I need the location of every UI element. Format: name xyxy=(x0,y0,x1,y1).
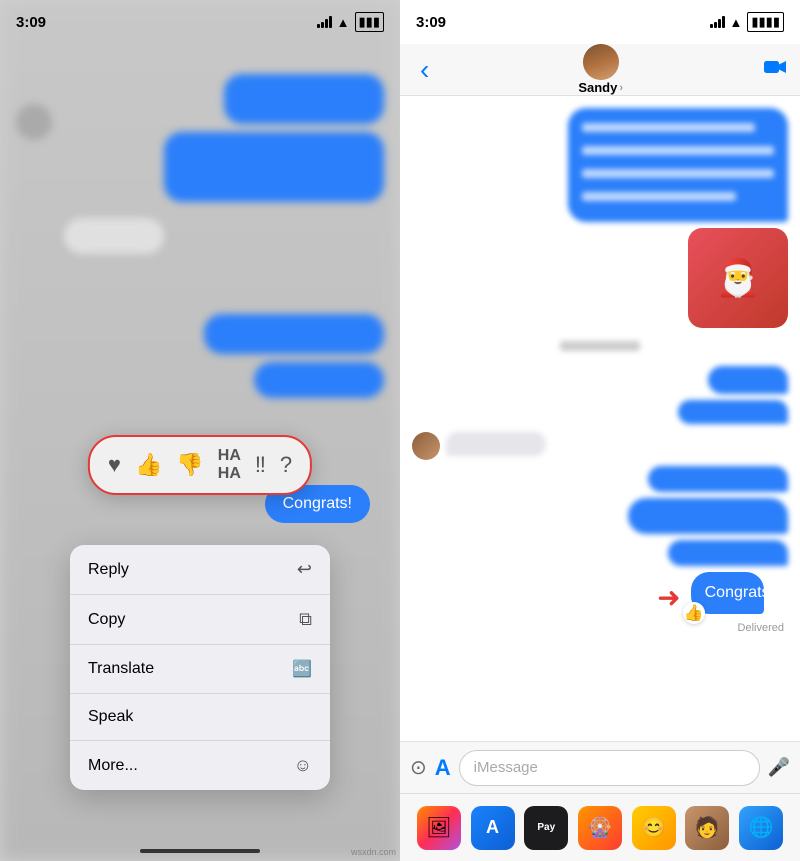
wifi-icon: ▲ xyxy=(337,15,350,30)
reaction-bar-container: ♥ 👍 👎 HAHA ‼ ? xyxy=(88,435,312,495)
right-panel: 3:09 ▲ ▮▮▮▮ ‹ Sandy › xyxy=(400,0,800,861)
camera-icon[interactable]: ⊙ xyxy=(410,755,427,780)
mini-avatar xyxy=(412,432,440,460)
message-bubble-7 xyxy=(668,540,788,566)
dock-stickers-button[interactable]: 🎡 xyxy=(578,806,622,850)
message-bubble-5 xyxy=(648,466,788,492)
message-bubble-1 xyxy=(568,108,788,222)
avatar-image xyxy=(583,44,619,80)
congrats-bubble-wrapper: Congrats! 👍 xyxy=(691,572,788,614)
message-bubble-2 xyxy=(708,366,788,394)
message-row-2 xyxy=(412,366,788,394)
reaction-heart[interactable]: ♥ xyxy=(108,452,121,478)
blurred-bubble-4 xyxy=(204,314,384,354)
mic-icon[interactable]: 🎤 xyxy=(768,757,790,778)
message-row-6 xyxy=(412,498,788,534)
message-input[interactable]: iMessage xyxy=(459,750,760,786)
message-bubble-3 xyxy=(678,400,788,424)
signal-icon-right xyxy=(710,16,725,28)
reply-label: Reply xyxy=(88,561,129,579)
nav-center[interactable]: Sandy › xyxy=(578,44,623,95)
status-bar-right: 3:09 ▲ ▮▮▮▮ xyxy=(400,0,800,44)
nav-bar: ‹ Sandy › xyxy=(400,44,800,96)
menu-item-translate[interactable]: Translate 🔤 xyxy=(70,645,330,694)
signal-icon xyxy=(317,16,332,28)
translate-icon: 🔤 xyxy=(292,659,312,679)
message-bubble-4 xyxy=(446,432,546,456)
home-indicator xyxy=(140,849,260,853)
contact-name: Sandy › xyxy=(578,80,623,95)
more-label: More... xyxy=(88,757,138,775)
back-button[interactable]: ‹ xyxy=(412,50,437,90)
contact-avatar-right xyxy=(583,44,619,80)
blurred-bubble-2 xyxy=(164,132,384,202)
app-dock: 🖼 A Pay 🎡 😊 🧑 🌐 xyxy=(400,793,800,861)
message-row-4 xyxy=(412,432,788,460)
dock-photos-button[interactable]: 🖼 xyxy=(417,806,461,850)
status-icons-right: ▲ ▮▮▮▮ xyxy=(710,12,785,32)
more-icon: ☺ xyxy=(294,755,312,776)
copy-icon: ⧉ xyxy=(299,609,312,630)
timestamp xyxy=(412,340,788,354)
chevron-icon: › xyxy=(619,82,623,94)
video-call-button[interactable] xyxy=(764,58,788,82)
dock-appstore-button[interactable]: A xyxy=(471,806,515,850)
left-panel: 3:09 ▲ ▮▮▮ ♥ 👍 👎 HAHA ‼ ? xyxy=(0,0,400,861)
speak-label: Speak xyxy=(88,708,133,726)
copy-label: Copy xyxy=(88,611,125,629)
thumbs-up-reaction: 👍 xyxy=(683,602,705,624)
app-store-icon[interactable]: A xyxy=(435,755,451,781)
reaction-bar[interactable]: ♥ 👍 👎 HAHA ‼ ? xyxy=(88,435,312,495)
context-menu: Reply ↩ Copy ⧉ Translate 🔤 Speak More...… xyxy=(70,545,330,790)
dock-applepay-button[interactable]: Pay xyxy=(524,806,568,850)
menu-item-speak[interactable]: Speak xyxy=(70,694,330,741)
status-time-right: 3:09 xyxy=(416,14,446,31)
message-row-5 xyxy=(412,466,788,492)
contact-avatar-left xyxy=(16,104,52,140)
congrats-label-left: Congrats! xyxy=(283,495,352,512)
reaction-haha[interactable]: HAHA xyxy=(218,447,241,483)
wifi-icon-right: ▲ xyxy=(730,15,743,30)
menu-item-copy[interactable]: Copy ⧉ xyxy=(70,595,330,645)
blurred-chat-area xyxy=(0,44,400,416)
congrats-row: ➜ Congrats! 👍 xyxy=(412,572,788,614)
menu-item-more[interactable]: More... ☺ xyxy=(70,741,330,790)
message-bubble-6 xyxy=(628,498,788,534)
input-bar: ⊙ A iMessage 🎤 xyxy=(400,741,800,793)
input-placeholder: iMessage xyxy=(474,759,538,776)
delivered-status: Delivered xyxy=(412,622,788,634)
watermark: wsxdn.com xyxy=(351,847,396,857)
blurred-bubble-5 xyxy=(254,362,384,398)
dock-memoji-button[interactable]: 😊 xyxy=(632,806,676,850)
status-icons-left: ▲ ▮▮▮ xyxy=(317,12,384,32)
battery-icon: ▮▮▮ xyxy=(355,12,384,32)
red-arrow-icon: ➜ xyxy=(657,581,680,614)
reaction-emphasis[interactable]: ‼ xyxy=(255,452,266,478)
message-row-1 xyxy=(412,108,788,222)
image-bubble: 🎅 xyxy=(688,228,788,328)
menu-item-reply[interactable]: Reply ↩ xyxy=(70,545,330,595)
status-bar-left: 3:09 ▲ ▮▮▮ xyxy=(0,0,400,44)
reaction-thumbsdown[interactable]: 👎 xyxy=(176,452,203,478)
message-row-3 xyxy=(412,400,788,426)
dock-person-button[interactable]: 🧑 xyxy=(685,806,729,850)
translate-label: Translate xyxy=(88,660,154,678)
messages-area[interactable]: 🎅 ➜ xyxy=(400,96,800,741)
message-row-image: 🎅 xyxy=(412,228,788,328)
dock-world-button[interactable]: 🌐 xyxy=(739,806,783,850)
reply-icon: ↩ xyxy=(297,559,312,580)
status-time-left: 3:09 xyxy=(16,14,46,31)
message-row-7 xyxy=(412,540,788,566)
blurred-bubble-1 xyxy=(224,74,384,124)
reaction-thumbsup[interactable]: 👍 xyxy=(135,452,162,478)
battery-icon-right: ▮▮▮▮ xyxy=(747,12,784,32)
blurred-bubble-3 xyxy=(64,218,164,254)
reaction-question[interactable]: ? xyxy=(280,452,292,478)
